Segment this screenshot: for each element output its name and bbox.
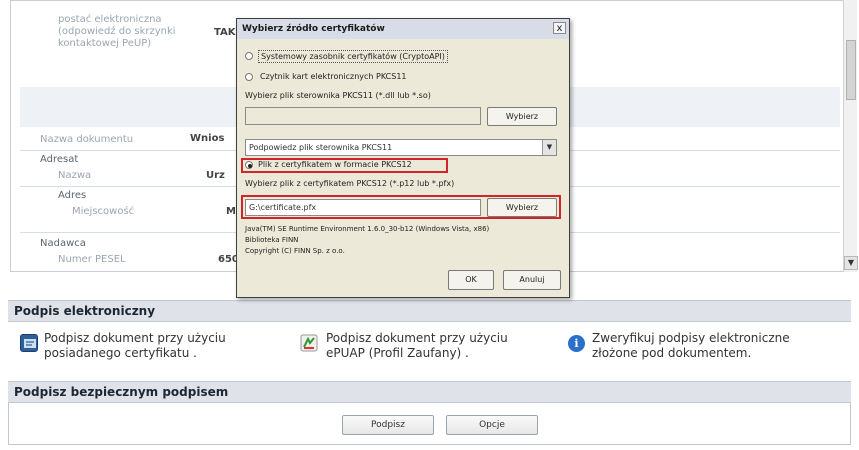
choose-pkcs12-button[interactable]: Wybierz: [487, 198, 557, 217]
radio-smart-card-label[interactable]: Czytnik kart elektronicznych PKCS11: [260, 72, 407, 81]
delivery-form-label-line1: postać elektroniczna: [58, 14, 162, 25]
radio-system-store-label[interactable]: Systemowy zasobnik certyfikatów (CryptoA…: [258, 50, 448, 63]
pkcs11-path-input[interactable]: [245, 107, 481, 125]
epuap-icon: [300, 334, 318, 352]
sign-button[interactable]: Podpisz: [342, 415, 434, 435]
radio-button[interactable]: [245, 73, 253, 81]
copyright-info: Copyright (C) FINN Sp. z o.o.: [245, 247, 345, 255]
delivery-form-label: postać elektroniczna (odpowiedź do skrzy…: [58, 14, 176, 50]
addressee-name-label: Nazwa: [58, 170, 92, 181]
chevron-down-icon[interactable]: ▼: [542, 140, 556, 155]
ok-button[interactable]: OK: [448, 270, 494, 290]
options-button[interactable]: Opcje: [446, 415, 538, 435]
library-info: Biblioteka FINN: [245, 236, 299, 244]
dialog-title: Wybierz źródło certyfikatów: [237, 19, 569, 39]
address-label: Adres: [58, 190, 87, 201]
pkcs12-label: Wybierz plik z certyfikatem PKCS12 (*.p1…: [245, 179, 455, 188]
radio-smart-card[interactable]: Czytnik kart elektronicznych PKCS11: [245, 71, 505, 83]
pkcs11-hint-select-value: Podpowiedz plik sterownika PKCS11: [249, 143, 393, 152]
verify-line2[interactable]: złożone pod dokumentem.: [592, 346, 790, 361]
cancel-button[interactable]: Anuluj: [503, 270, 561, 290]
sign-certificate-text[interactable]: Podpisz dokument przy użyciu posiadanego…: [44, 331, 226, 361]
java-runtime-info: Java(TM) SE Runtime Environment 1.6.0_30…: [245, 225, 490, 233]
sender-label: Nadawca: [40, 238, 86, 249]
choose-pkcs11-button[interactable]: Wybierz: [487, 107, 557, 126]
verify-line1[interactable]: Zweryfikuj podpisy elektroniczne: [592, 331, 790, 346]
delivery-form-value: TAK: [214, 27, 236, 38]
sign-certificate-line1[interactable]: Podpisz dokument przy użyciu: [44, 331, 226, 346]
verify-signatures-action[interactable]: i Zweryfikuj podpisy elektroniczne złożo…: [568, 331, 838, 365]
sign-epuap-line2[interactable]: ePUAP (Profil Zaufany) .: [326, 346, 508, 361]
delivery-form-label-line2: (odpowiedź do skrzynki: [58, 26, 176, 37]
sign-epuap-text[interactable]: Podpisz dokument przy użyciu ePUAP (Prof…: [326, 331, 508, 361]
certificate-source-dialog: Wybierz źródło certyfikatów x Systemowy …: [236, 18, 570, 298]
pesel-label: Numer PESEL: [58, 254, 126, 265]
radio-pkcs12-label[interactable]: Plik z certyfikatem w formacie PKCS12: [258, 160, 412, 169]
doc-name-label: Nazwa dokumentu: [40, 134, 134, 145]
verify-signatures-text[interactable]: Zweryfikuj podpisy elektroniczne złożone…: [592, 331, 790, 361]
sign-with-certificate-action[interactable]: Podpisz dokument przy użyciu posiadanego…: [20, 331, 270, 365]
addressee-label: Adresat: [40, 154, 79, 165]
radio-button[interactable]: [245, 52, 253, 60]
info-icon: i: [568, 335, 585, 352]
delivery-form-label-line3: kontaktowej PeUP): [58, 38, 152, 49]
pkcs11-hint-select[interactable]: Podpowiedz plik sterownika PKCS11 ▼: [245, 139, 557, 156]
sign-certificate-line2[interactable]: posiadanego certyfikatu .: [44, 346, 226, 361]
vertical-scrollbar[interactable]: ▼: [843, 0, 858, 272]
pkcs11-label: Wybierz plik sterownika PKCS11 (*.dll lu…: [245, 91, 431, 100]
radio-pkcs12-file[interactable]: Plik z certyfikatem w formacie PKCS12: [245, 160, 445, 172]
radio-button-selected[interactable]: [245, 161, 253, 169]
esign-section-header: Podpis elektroniczny: [8, 300, 851, 322]
radio-system-store[interactable]: Systemowy zasobnik certyfikatów (CryptoA…: [245, 50, 505, 63]
pkcs12-path-input[interactable]: G:\certificate.pfx: [245, 199, 481, 216]
city-label: Miejscowość: [72, 206, 135, 217]
scroll-down-arrow-icon[interactable]: ▼: [844, 256, 858, 270]
certificate-icon: [20, 334, 38, 352]
addressee-name-value: Urz: [206, 170, 225, 181]
close-icon[interactable]: x: [553, 22, 566, 34]
scrollbar-thumb[interactable]: [846, 40, 856, 100]
doc-name-value: Wnios: [190, 133, 225, 144]
sign-epuap-line1[interactable]: Podpisz dokument przy użyciu: [326, 331, 508, 346]
sign-with-epuap-action[interactable]: Podpisz dokument przy użyciu ePUAP (Prof…: [300, 331, 550, 365]
secure-sign-header: Podpisz bezpiecznym podpisem: [8, 381, 851, 403]
city-value: M: [226, 206, 236, 217]
